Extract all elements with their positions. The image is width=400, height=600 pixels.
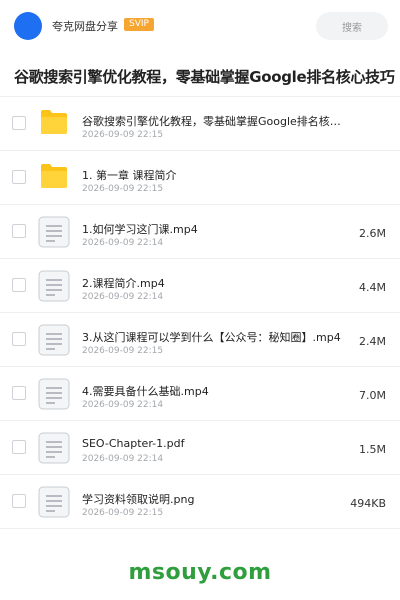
select-checkbox[interactable] [12, 332, 26, 346]
file-size: 2.6M [359, 227, 386, 240]
document-icon [38, 324, 70, 356]
list-item[interactable]: 谷歌搜索引擎优化教程，零基础掌握Google排名核心技巧 2026-09-09 2… [0, 97, 400, 151]
document-icon [38, 486, 70, 518]
select-checkbox[interactable] [12, 440, 26, 454]
file-size: 494KB [350, 497, 386, 510]
file-date: 2026-09-09 22:15 [82, 184, 164, 194]
select-checkbox[interactable] [12, 224, 26, 238]
search-input[interactable]: 搜索 [316, 12, 388, 40]
list-item[interactable]: 2.课程简介.mp4 2026-09-09 22:14 4.4M [0, 259, 400, 313]
avatar[interactable] [14, 12, 42, 40]
select-checkbox[interactable] [12, 116, 26, 130]
file-date: 2026-09-09 22:14 [82, 292, 164, 302]
folder-icon [41, 164, 67, 188]
document-icon [38, 432, 70, 464]
account-name[interactable]: 夸克网盘分享 [52, 18, 118, 34]
file-date: 2026-09-09 22:14 [82, 400, 164, 410]
file-date: 2026-09-09 22:15 [82, 346, 164, 356]
list-item[interactable]: SEO-Chapter-1.pdf 2026-09-09 22:14 1.5M [0, 421, 400, 475]
file-size: 4.4M [359, 281, 386, 294]
file-name: 1.如何学习这门课.mp4 [82, 223, 198, 236]
file-name: SEO-Chapter-1.pdf [82, 437, 185, 450]
file-size: 7.0M [359, 389, 386, 402]
list-item[interactable]: 4.需要具备什么基础.mp4 2026-09-09 22:14 7.0M [0, 367, 400, 421]
folder-icon [41, 110, 67, 134]
header: 夸克网盘分享 SVIP 搜索 [0, 0, 400, 52]
search-placeholder: 搜索 [342, 22, 362, 34]
file-name: 3.从这门课程可以学到什么【公众号：秘知圈】.mp4 [82, 331, 341, 344]
file-date: 2026-09-09 22:14 [82, 454, 164, 464]
page-title: 谷歌搜索引擎优化教程，零基础掌握Google排名核心技巧 [14, 68, 395, 86]
file-list: 谷歌搜索引擎优化教程，零基础掌握Google排名核心技巧 2026-09-09 2… [0, 97, 400, 529]
file-name: 1. 第一章 课程简介 [82, 169, 177, 182]
file-name: 学习资料领取说明.png [82, 493, 195, 506]
select-checkbox[interactable] [12, 278, 26, 292]
list-item[interactable]: 1. 第一章 课程简介 2026-09-09 22:15 [0, 151, 400, 205]
file-date: 2026-09-09 22:15 [82, 130, 164, 140]
list-item[interactable]: 3.从这门课程可以学到什么【公众号：秘知圈】.mp4 2026-09-09 22:… [0, 313, 400, 367]
file-name: 谷歌搜索引擎优化教程，零基础掌握Google排名核心技巧 [82, 115, 344, 128]
watermark: msouy.com [128, 560, 272, 585]
file-size: 1.5M [359, 443, 386, 456]
document-icon [38, 270, 70, 302]
select-checkbox[interactable] [12, 386, 26, 400]
document-icon [38, 378, 70, 410]
select-checkbox[interactable] [12, 170, 26, 184]
file-date: 2026-09-09 22:14 [82, 238, 164, 248]
document-icon [38, 216, 70, 248]
list-item[interactable]: 学习资料领取说明.png 2026-09-09 22:15 494KB [0, 475, 400, 529]
file-size: 2.4M [359, 335, 386, 348]
select-checkbox[interactable] [12, 494, 26, 508]
list-item[interactable]: 1.如何学习这门课.mp4 2026-09-09 22:14 2.6M [0, 205, 400, 259]
file-name: 2.课程简介.mp4 [82, 277, 165, 290]
svip-badge: SVIP [124, 18, 154, 31]
file-date: 2026-09-09 22:15 [82, 508, 164, 518]
file-name: 4.需要具备什么基础.mp4 [82, 385, 209, 398]
